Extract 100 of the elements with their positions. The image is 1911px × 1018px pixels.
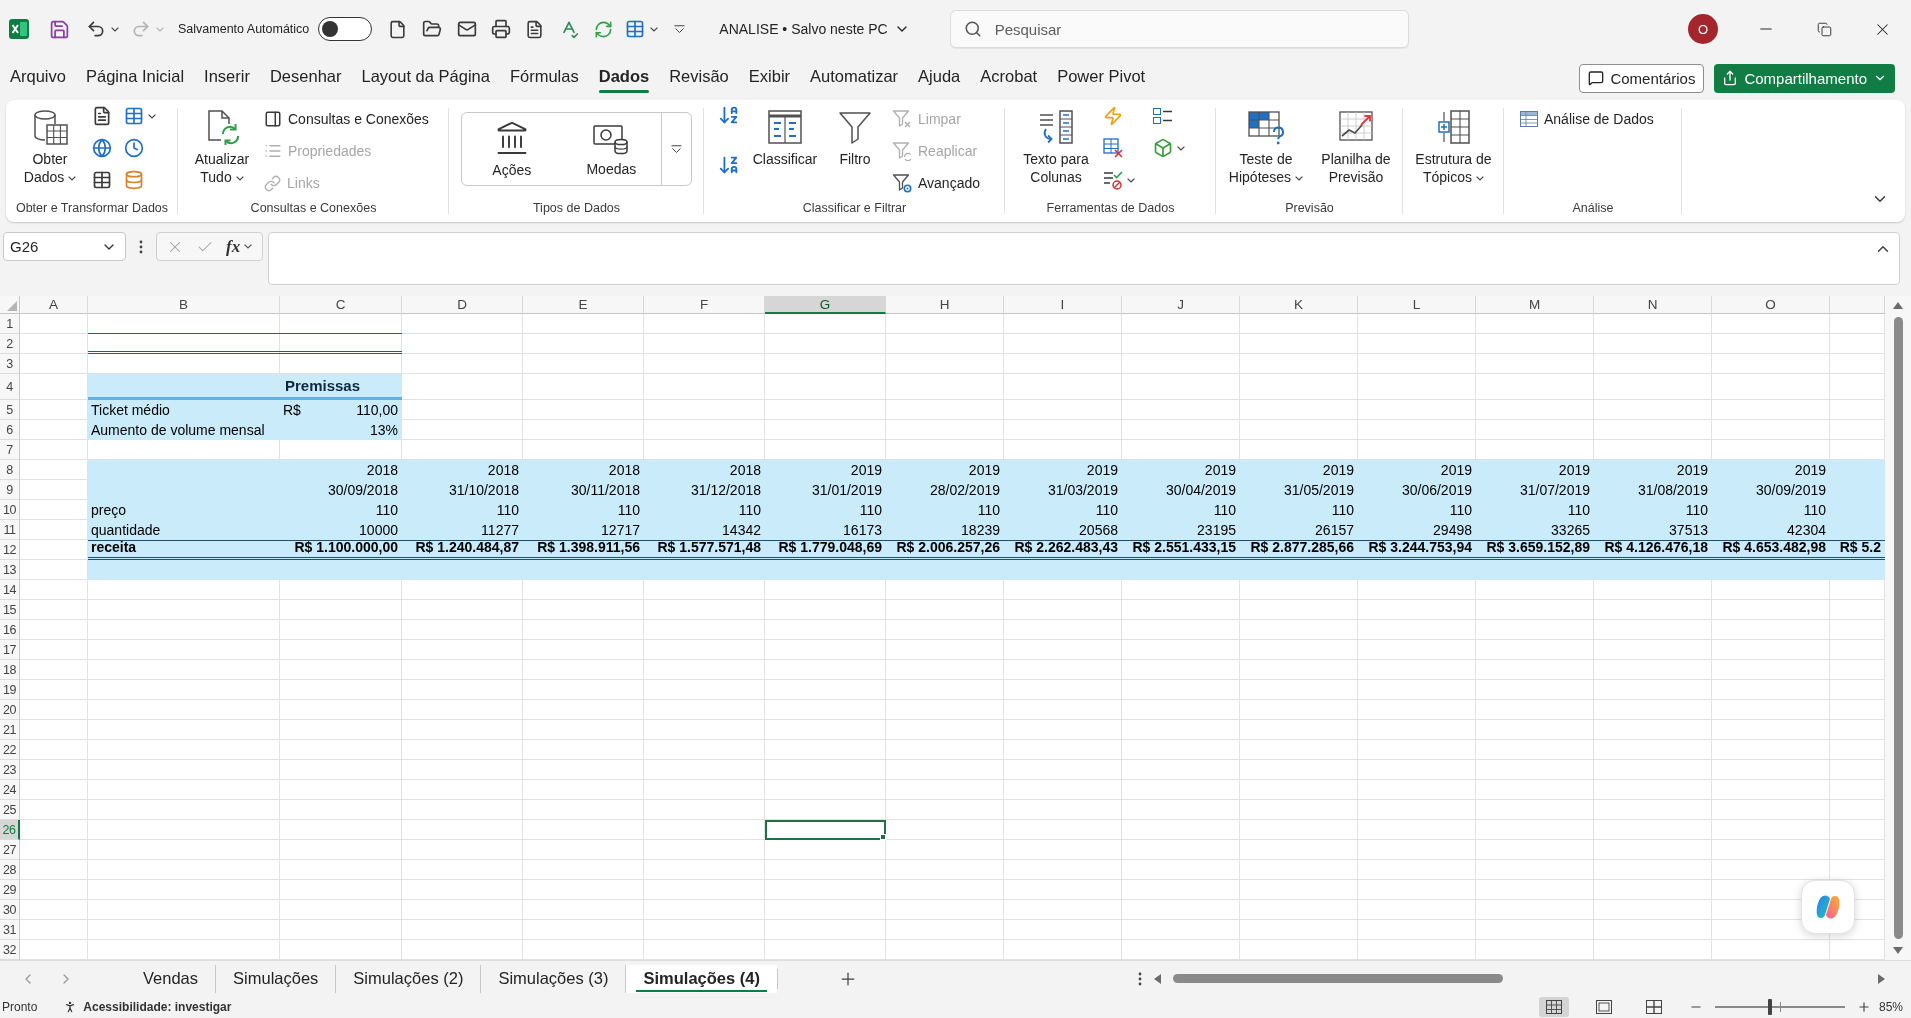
comments-button[interactable]: Comentários [1579,63,1705,93]
ribbon-button[interactable]: Estrutura de Tópicos [1411,104,1496,186]
row-header[interactable]: 10 [0,500,20,520]
document-icon[interactable] [388,19,408,39]
row-header[interactable]: 8 [0,460,20,480]
ribbon-button[interactable]: Consultas e Conexões [262,105,431,133]
database-icon[interactable] [124,170,144,190]
column-header[interactable]: K [1240,296,1358,314]
column-header[interactable]: N [1594,296,1712,314]
save-icon[interactable] [49,18,70,40]
share-button[interactable]: Compartilhamento [1714,63,1895,93]
column-header[interactable]: E [523,296,644,314]
column-header[interactable]: I [1004,296,1122,314]
gallery-item[interactable]: Ações [462,113,562,185]
dropdown-icon[interactable] [674,24,686,34]
scroll-up-icon[interactable] [1893,302,1903,309]
scrollbar-thumb[interactable] [1893,317,1903,939]
sort-descending-icon[interactable] [718,154,740,176]
ribbon-button[interactable]: Texto para Colunas [1019,104,1093,186]
row-header[interactable]: 6 [0,420,20,440]
column-header[interactable]: L [1358,296,1476,314]
fill-handle-icon[interactable] [880,834,886,840]
insert-function-button[interactable]: fx [226,236,253,257]
ribbon-button[interactable]: Avançado [890,169,982,197]
checklist-icon[interactable] [1103,170,1123,190]
menu-tab[interactable]: Desenhar [259,61,352,95]
ribbon-button[interactable]: Obter Dados [20,104,80,186]
menu-tab[interactable]: Dados [588,61,660,95]
scroll-left-icon[interactable] [1154,973,1161,984]
row-header[interactable]: 25 [0,800,20,820]
gallery-item[interactable]: Moedas [561,113,662,185]
ribbon-button[interactable]: Classificar [750,104,820,168]
row-header[interactable]: 18 [0,660,20,680]
autosave-toggle[interactable] [318,17,373,41]
menu-tab[interactable]: Ajuda [908,61,971,95]
row-header[interactable]: 26 [0,820,20,840]
zoom-level[interactable]: 85% [1878,1000,1903,1014]
undo-icon[interactable] [86,19,106,39]
sheet-tab[interactable]: Simulações (4) [625,964,777,993]
menu-tab[interactable]: Inserir [194,61,260,95]
table-icon[interactable] [124,106,144,126]
column-header[interactable]: F [644,296,765,314]
row-header[interactable]: 15 [0,600,20,620]
accessibility-status[interactable]: Acessibilidade: investigar [83,1000,232,1014]
column-header[interactable]: C [280,296,402,314]
menu-tab[interactable]: Exibir [738,61,801,95]
name-box[interactable]: G26 [3,232,126,261]
row-header[interactable]: 21 [0,720,20,740]
more-icon[interactable] [1138,971,1142,986]
zoom-in-icon[interactable] [1856,1000,1871,1014]
scrollbar-thumb[interactable] [1173,974,1503,983]
mail-icon[interactable] [457,19,478,39]
document-text-icon[interactable] [525,19,545,39]
table-icon[interactable] [92,170,112,190]
row-header[interactable]: 9 [0,480,20,500]
row-header[interactable]: 11 [0,520,20,540]
column-header[interactable]: G [765,296,886,314]
sheet-tab[interactable]: Vendas [126,964,216,993]
row-header[interactable]: 22 [0,740,20,760]
formula-input[interactable] [268,232,1900,285]
sort-ascending-icon[interactable] [718,104,740,126]
boxes-list-icon[interactable] [1153,108,1173,124]
row-header[interactable]: 20 [0,700,20,720]
globe-icon[interactable] [92,138,112,158]
row-header[interactable]: 31 [0,920,20,940]
row-header[interactable]: 32 [0,940,20,960]
column-header[interactable]: M [1476,296,1594,314]
column-header[interactable]: O [1712,296,1830,314]
scroll-right-icon[interactable] [1878,973,1885,984]
ribbon-button[interactable]: Atualizar Tudo [190,104,254,186]
row-header[interactable]: 14 [0,580,20,600]
row-header[interactable]: 3 [0,354,20,374]
scroll-down-icon[interactable] [1893,947,1903,954]
folder-icon[interactable] [422,19,443,39]
row-header[interactable]: 17 [0,640,20,660]
row-header[interactable]: 29 [0,880,20,900]
view-button[interactable] [1538,997,1569,1017]
more-icon[interactable] [139,239,143,254]
ribbon-button[interactable]: Filtro [830,104,880,168]
restore-icon[interactable] [1816,21,1832,37]
row-header[interactable]: 13 [0,560,20,580]
column-header[interactable]: B [88,296,280,314]
menu-tab[interactable]: Fórmulas [499,61,589,95]
menu-tab[interactable]: Revisão [659,61,739,95]
row-header[interactable]: 24 [0,780,20,800]
row-header[interactable]: 27 [0,840,20,860]
text-file-icon[interactable] [92,106,112,126]
column-header[interactable]: H [886,296,1004,314]
table-delete-icon[interactable] [1103,138,1123,158]
menu-tab[interactable]: Acrobat [970,61,1048,95]
slider-thumb[interactable] [1767,999,1772,1015]
sheet-tab[interactable]: Simulações (2) [335,964,481,993]
ribbon-button[interactable]: Análise de Dados [1518,105,1656,133]
printer-icon[interactable] [491,19,512,39]
account-avatar[interactable]: O [1688,14,1718,44]
row-header[interactable]: 12 [0,540,20,560]
row-header[interactable]: 2 [0,334,20,354]
selected-cell[interactable] [765,820,886,840]
row-header[interactable]: 28 [0,860,20,880]
clock-icon[interactable] [124,138,144,158]
